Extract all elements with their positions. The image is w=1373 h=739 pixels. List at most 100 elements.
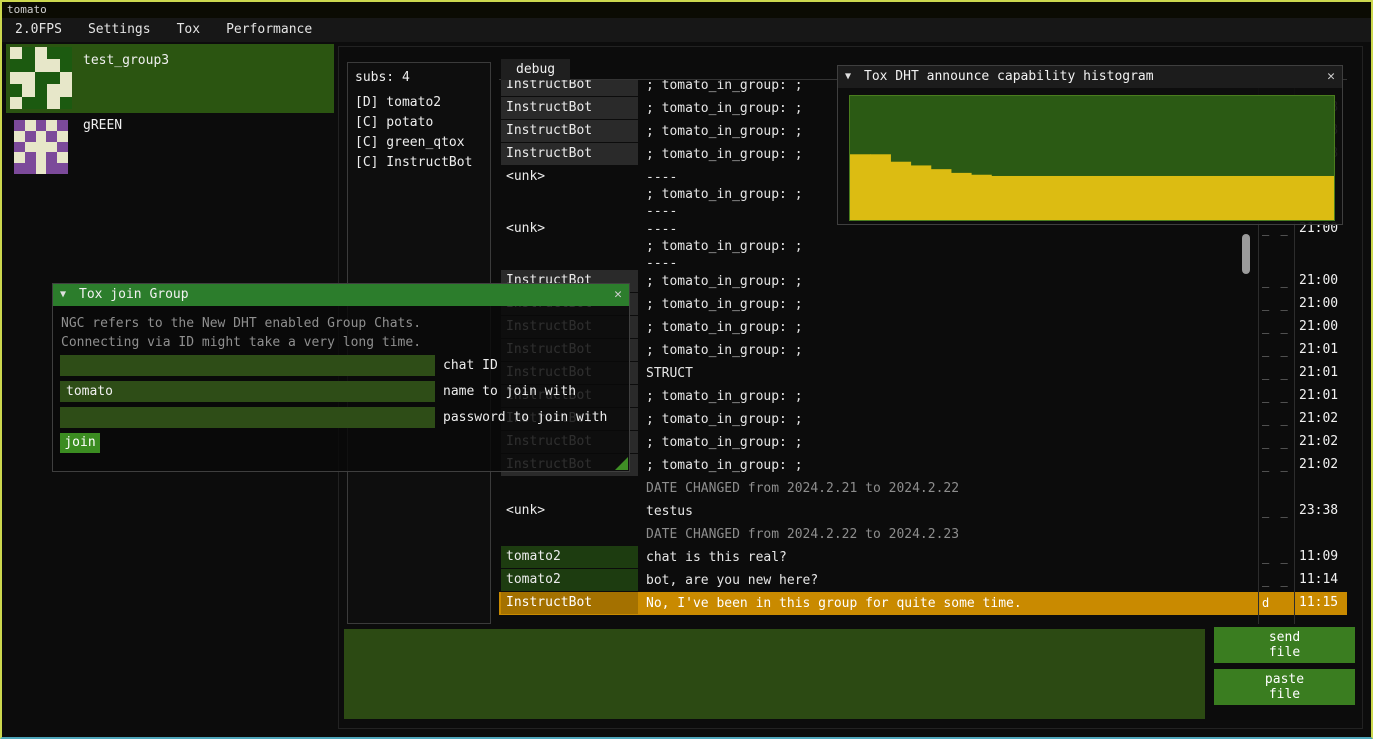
chat-id-label: chat ID	[443, 355, 498, 376]
message-time: 21:02	[1299, 454, 1338, 476]
join-group-title: Tox join Group	[79, 287, 189, 302]
sender-name: InstructBot	[501, 97, 638, 119]
join-button[interactable]: join	[60, 433, 100, 453]
join-group-window: ▼ Tox join Group ✕ NGC refers to the New…	[52, 283, 630, 472]
message-time: 21:01	[1299, 385, 1338, 407]
send-file-button[interactable]: send file	[1214, 627, 1355, 663]
join-name-label: name to join with	[443, 381, 576, 402]
sub-item[interactable]: [C] potato	[355, 113, 483, 133]
message-row[interactable]: <unk>testus_ _23:38	[499, 500, 1347, 523]
join-info-line-1: NGC refers to the New DHT enabled Group …	[61, 314, 421, 333]
message-time: 21:02	[1299, 408, 1338, 430]
message-time: 21:01	[1299, 339, 1338, 361]
paste-file-button[interactable]: paste file	[1214, 669, 1355, 705]
collapse-arrow-icon[interactable]: ▼	[60, 284, 66, 306]
sender-name: <unk>	[501, 218, 638, 240]
tab-debug[interactable]: debug	[501, 59, 570, 80]
dht-histogram-window: ▼ Tox DHT announce capability histogram …	[837, 65, 1343, 225]
message-flags: d	[1262, 592, 1292, 614]
message-flags: _ _	[1262, 293, 1292, 315]
message-flags: _ _	[1262, 270, 1292, 292]
join-field-row: chat ID	[60, 355, 625, 376]
resize-grip[interactable]	[615, 457, 628, 470]
message-input[interactable]	[344, 629, 1205, 719]
message-time: 21:01	[1299, 362, 1338, 384]
menu-item-settings[interactable]: Settings	[75, 18, 164, 42]
message-flags: _ _	[1262, 408, 1292, 430]
histogram-bars	[850, 96, 1334, 220]
system-row[interactable]: DATE CHANGED from 2024.2.21 to 2024.2.22	[499, 477, 1347, 500]
message-text: ; tomato_in_group: ;	[646, 293, 1252, 313]
window-title: tomato	[7, 3, 47, 16]
group-name: gREEN	[83, 118, 122, 133]
close-icon[interactable]: ✕	[614, 284, 622, 306]
sender-name: InstructBot	[501, 143, 638, 165]
title-bar: tomato	[2, 2, 1371, 18]
message-text: bot, are you new here?	[646, 569, 1252, 589]
group-avatar	[14, 120, 68, 174]
group-row-test_group3[interactable]: test_group3	[6, 44, 334, 113]
sender-name: <unk>	[501, 166, 638, 188]
message-text: ; tomato_in_group: ;	[646, 454, 1252, 474]
message-row[interactable]: tomato2 chat is this real? _ _ 11:09	[499, 546, 1347, 569]
subs-header: subs: 4	[355, 68, 483, 88]
group-avatar	[10, 47, 72, 109]
menu-item-performance[interactable]: Performance	[213, 18, 325, 42]
message-time: 11:15	[1299, 592, 1338, 614]
message-flags: _ _	[1262, 500, 1292, 522]
message-flags: _ _	[1262, 546, 1292, 568]
system-text: DATE CHANGED from 2024.2.21 to 2024.2.22	[646, 477, 1252, 497]
join-field-row: tomato name to join with	[60, 381, 625, 402]
sub-item[interactable]: [D] tomato2	[355, 93, 483, 113]
message-text: testus	[646, 500, 1252, 520]
app-window: tomato 2.0FPSSettingsToxPerformance test…	[0, 0, 1373, 739]
message-row[interactable]: InstructBot No, I've been in this group f…	[499, 592, 1347, 615]
join-info-line-2: Connecting via ID might take a very long…	[61, 333, 421, 352]
message-row[interactable]: tomato2bot, are you new here?_ _11:14	[499, 569, 1347, 592]
menu-item-tox[interactable]: Tox	[164, 18, 213, 42]
group-name: test_group3	[83, 53, 169, 68]
join-field-row: password to join with	[60, 407, 625, 428]
message-time: 21:02	[1299, 431, 1338, 453]
join-group-titlebar[interactable]: ▼ Tox join Group ✕	[53, 284, 629, 306]
message-time: 23:38	[1299, 500, 1338, 522]
message-text: ; tomato_in_group: ;	[646, 316, 1252, 336]
message-text: ; tomato_in_group: ;	[646, 431, 1252, 451]
group-row-gREEN[interactable]: gREEN	[6, 115, 334, 173]
message-text: No, I've been in this group for quite so…	[646, 592, 1252, 612]
message-time: 11:09	[1299, 546, 1338, 568]
sub-item[interactable]: [C] InstructBot	[355, 153, 483, 173]
message-time: 21:00	[1299, 270, 1338, 292]
sender-name: tomato2	[501, 546, 638, 568]
message-row[interactable]: <unk>---- ; tomato_in_group: ; ----_ _21…	[499, 218, 1347, 270]
chat-scrollbar[interactable]	[1242, 234, 1250, 274]
join-name-input[interactable]: tomato	[60, 381, 435, 402]
message-text: chat is this real?	[646, 546, 1252, 566]
message-flags: _ _	[1262, 454, 1292, 476]
system-row[interactable]: DATE CHANGED from 2024.2.22 to 2024.2.23	[499, 523, 1347, 546]
menu-item-2-0fps[interactable]: 2.0FPS	[2, 18, 75, 42]
message-text: ; tomato_in_group: ;	[646, 339, 1252, 359]
dht-histogram-titlebar[interactable]: ▼ Tox DHT announce capability histogram …	[838, 66, 1342, 88]
join-password-input[interactable]	[60, 407, 435, 428]
message-text: ---- ; tomato_in_group: ; ----	[646, 218, 1252, 272]
sender-name: tomato2	[501, 569, 638, 591]
menu-bar: 2.0FPSSettingsToxPerformance	[2, 18, 1371, 42]
close-icon[interactable]: ✕	[1327, 66, 1335, 88]
message-text: ; tomato_in_group: ;	[646, 270, 1252, 290]
histogram-chart	[849, 95, 1335, 221]
join-group-body: NGC refers to the New DHT enabled Group …	[53, 306, 629, 471]
sender-name: InstructBot	[501, 80, 638, 96]
join-password-label: password to join with	[443, 407, 607, 428]
sender-name: InstructBot	[501, 120, 638, 142]
sender-name: InstructBot	[501, 592, 638, 614]
collapse-arrow-icon[interactable]: ▼	[845, 66, 851, 88]
message-flags: _ _	[1262, 569, 1292, 591]
dht-histogram-body	[838, 88, 1342, 224]
message-flags: _ _	[1262, 362, 1292, 384]
system-text: DATE CHANGED from 2024.2.22 to 2024.2.23	[646, 523, 1252, 543]
message-text: STRUCT	[646, 362, 1252, 382]
chat-id-input[interactable]	[60, 355, 435, 376]
message-flags: _ _	[1262, 385, 1292, 407]
sub-item[interactable]: [C] green_qtox	[355, 133, 483, 153]
